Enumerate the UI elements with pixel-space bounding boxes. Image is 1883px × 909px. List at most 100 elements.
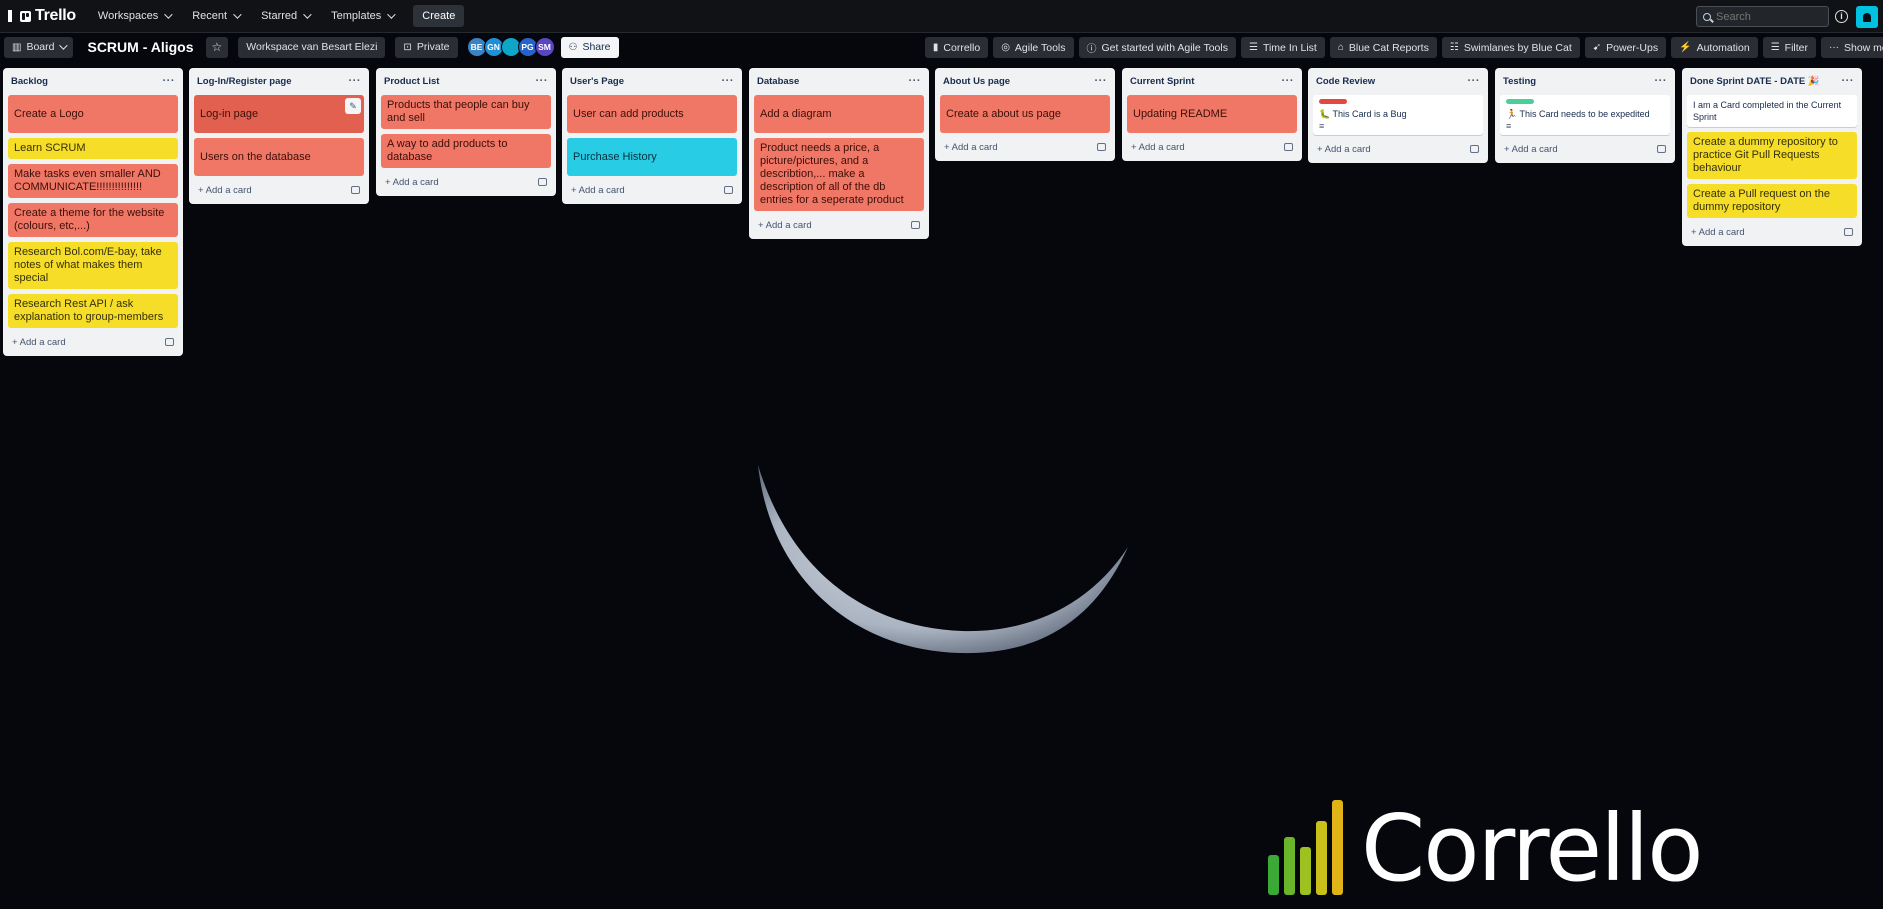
list-title[interactable]: About Us page [943,76,1010,87]
add-card-button[interactable]: + Add a card [381,174,551,190]
card[interactable]: A way to add products to database [381,134,551,168]
card[interactable]: Add a diagram [754,95,924,133]
workspace-button[interactable]: Workspace van Besart Elezi [238,36,386,58]
add-card-button[interactable]: + Add a card [194,182,364,198]
card-template-icon[interactable] [1284,143,1293,151]
add-card-button[interactable]: + Add a card [1127,139,1297,155]
list-title[interactable]: Testing [1503,76,1536,87]
show-menu-button[interactable]: ··· Show menu [1821,37,1883,58]
add-card-button[interactable]: + Add a card [1687,224,1857,240]
member-avatar[interactable]: SM [534,37,555,57]
filter-button[interactable]: ☰ Filter [1762,37,1816,58]
card-template-icon[interactable] [351,186,360,194]
card[interactable]: 🐛 This Card is a Bug ≡ [1313,95,1483,135]
list-header[interactable]: Product List ··· [381,72,551,90]
card[interactable]: Product needs a price, a picture/picture… [754,138,924,211]
card-template-icon[interactable] [538,178,547,186]
list-actions-icon[interactable]: ··· [349,75,362,87]
nav-recent[interactable]: Recent [192,10,242,22]
add-card-button[interactable]: + Add a card [567,182,737,198]
list-header[interactable]: Current Sprint ··· [1127,72,1297,90]
list-actions-icon[interactable]: ··· [1095,75,1108,87]
card-template-icon[interactable] [911,221,920,229]
list-actions-icon[interactable]: ··· [1655,75,1668,87]
card[interactable]: Create a Pull request on the dummy repos… [1687,184,1857,218]
card-template-icon[interactable] [1470,145,1479,153]
card[interactable]: Learn SCRUM [8,138,178,159]
list-header[interactable]: Done Sprint DATE - DATE 🎉 ··· [1687,72,1857,90]
card[interactable]: Create a Logo [8,95,178,133]
powerup-corrello[interactable]: ▮ Corrello [924,37,989,58]
edit-card-icon[interactable]: ✎ [345,98,361,114]
card[interactable]: Research Bol.com/E-bay, take notes of wh… [8,242,178,289]
nav-starred[interactable]: Starred [261,10,312,22]
card[interactable]: Users on the database [194,138,364,176]
powerup-power-ups[interactable]: ➹ Power-Ups [1584,37,1667,58]
star-board-button[interactable]: ☆ [205,36,229,58]
board-view-switcher[interactable]: ▥ Board [4,36,74,58]
card[interactable]: I am a Card completed in the Current Spr… [1687,95,1857,127]
info-icon[interactable]: i [1835,10,1848,23]
list-header[interactable]: About Us page ··· [940,72,1110,90]
list-title[interactable]: Log-In/Register page [197,76,291,87]
trello-logo[interactable]: Trello [8,7,76,25]
list-header[interactable]: Database ··· [754,72,924,90]
add-card-button[interactable]: + Add a card [940,139,1110,155]
card-template-icon[interactable] [1657,145,1666,153]
card[interactable]: Research Rest API / ask explanation to g… [8,294,178,328]
add-card-button[interactable]: + Add a card [1500,141,1670,157]
search-box[interactable] [1696,6,1829,27]
nav-templates[interactable]: Templates [331,10,396,22]
card-template-icon[interactable] [1097,143,1106,151]
list-actions-icon[interactable]: ··· [536,75,549,87]
list-actions-icon[interactable]: ··· [1842,75,1855,87]
list-actions-icon[interactable]: ··· [1468,75,1481,87]
list-actions-icon[interactable]: ··· [722,75,735,87]
card[interactable]: Make tasks even smaller AND COMMUNICATE!… [8,164,178,198]
card[interactable]: User can add products [567,95,737,133]
create-button[interactable]: Create [413,5,465,27]
card[interactable]: 🏃 This Card needs to be expedited ≡ [1500,95,1670,135]
powerup-agile-tools[interactable]: ◎ Agile Tools [993,37,1074,58]
powerup-swimlanes-by-blue-cat[interactable]: ☷ Swimlanes by Blue Cat [1441,37,1580,58]
visibility-button[interactable]: ⊡ Private [395,36,458,58]
list-title[interactable]: User's Page [570,76,624,87]
card-label[interactable] [1319,99,1347,104]
list-header[interactable]: Testing ··· [1500,72,1670,90]
notifications-button[interactable] [1856,6,1878,28]
card[interactable]: Create a dummy repository to practice Gi… [1687,132,1857,179]
list-header[interactable]: Backlog ··· [8,72,178,90]
list-title[interactable]: Current Sprint [1130,76,1194,87]
board-title[interactable]: SCRUM - Aligos [87,39,193,55]
card[interactable]: Create a about us page [940,95,1110,133]
card-template-icon[interactable] [1844,228,1853,236]
list-title[interactable]: Database [757,76,799,87]
card-template-icon[interactable] [165,338,174,346]
add-card-button[interactable]: + Add a card [1313,141,1483,157]
list-title[interactable]: Done Sprint DATE - DATE 🎉 [1690,76,1820,87]
list-actions-icon[interactable]: ··· [163,75,176,87]
powerup-get-started-with-agile-tools[interactable]: ⓘ Get started with Agile Tools [1078,37,1236,58]
powerup-blue-cat-reports[interactable]: ⌂ Blue Cat Reports [1329,37,1437,58]
card[interactable]: Products that people can buy and sell [381,95,551,129]
list-header[interactable]: User's Page ··· [567,72,737,90]
card[interactable]: Log-in page ✎ [194,95,364,133]
add-card-button[interactable]: + Add a card [8,334,178,350]
card[interactable]: Create a theme for the website (colours,… [8,203,178,237]
list-header[interactable]: Log-In/Register page ··· [194,72,364,90]
app-switcher-icon[interactable] [8,10,12,22]
nav-workspaces[interactable]: Workspaces [98,10,173,22]
card-label[interactable] [1506,99,1534,104]
card[interactable]: Purchase History [567,138,737,176]
share-button[interactable]: ⚇ Share [560,36,619,58]
search-input[interactable] [1716,10,1816,23]
powerup-automation[interactable]: ⚡ Automation [1671,37,1758,58]
card[interactable]: Updating README [1127,95,1297,133]
list-header[interactable]: Code Review ··· [1313,72,1483,90]
add-card-button[interactable]: + Add a card [754,217,924,233]
list-title[interactable]: Product List [384,76,439,87]
card-template-icon[interactable] [724,186,733,194]
list-title[interactable]: Code Review [1316,76,1375,87]
list-actions-icon[interactable]: ··· [909,75,922,87]
powerup-time-in-list[interactable]: ☰ Time In List [1240,37,1325,58]
